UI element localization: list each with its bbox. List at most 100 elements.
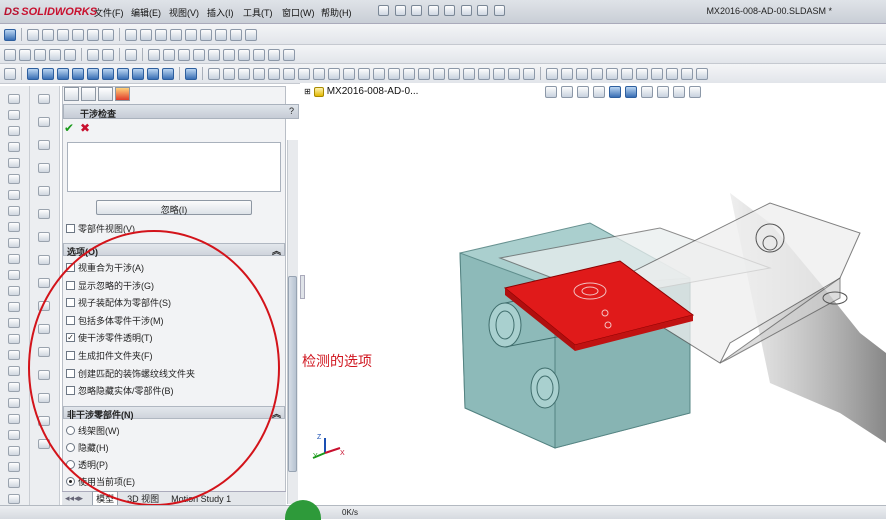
display-style-icon[interactable] [625, 86, 637, 98]
side-tool-icon[interactable] [38, 186, 50, 196]
toolbar-icon[interactable] [448, 67, 460, 80]
side-tool-icon[interactable] [8, 334, 20, 344]
edit-appearance-icon[interactable] [657, 86, 669, 98]
ignore-button[interactable]: 忽略(I) [96, 200, 252, 215]
toolbar-icon[interactable] [508, 67, 520, 80]
toolbar-icon[interactable] [238, 67, 250, 80]
toolbar-icon[interactable] [651, 67, 663, 80]
toolbar-icon[interactable] [19, 48, 31, 61]
view-orientation-icon[interactable] [609, 86, 621, 98]
toolbar-icon[interactable] [591, 67, 603, 80]
toolbar-icon[interactable] [34, 48, 46, 61]
toolbar-icon[interactable] [546, 67, 558, 80]
side-tool-icon[interactable] [8, 478, 20, 488]
toolbar-icon[interactable] [42, 28, 54, 41]
toolbar-icon[interactable] [696, 67, 708, 80]
expand-icon[interactable]: ⊞ [304, 87, 311, 96]
toolbar-icon[interactable] [163, 48, 175, 61]
pane-splitter[interactable] [300, 275, 305, 299]
graphics-area[interactable] [300, 83, 886, 505]
toolbar-icon[interactable] [27, 28, 39, 41]
menu-file[interactable]: 文件(F) [94, 6, 124, 19]
side-tool-icon[interactable] [8, 110, 20, 120]
menu-view[interactable]: 视图(V) [169, 6, 199, 19]
side-tool-icon[interactable] [8, 270, 20, 280]
side-tool-icon[interactable] [38, 117, 50, 127]
menu-tools[interactable]: 工具(T) [243, 6, 273, 19]
previous-view-icon[interactable] [577, 86, 589, 98]
results-list[interactable] [67, 142, 281, 192]
side-tool-icon[interactable] [8, 462, 20, 472]
toolbar-icon[interactable] [193, 48, 205, 61]
tab-nav-arrows[interactable]: ◂◂◂▸ [62, 493, 86, 504]
toolbar-icon[interactable] [283, 48, 295, 61]
side-tool-icon[interactable] [38, 209, 50, 219]
toolbar-icon[interactable] [4, 48, 16, 61]
toolbar-icon[interactable] [72, 28, 84, 41]
zoom-to-fit-icon[interactable] [545, 86, 557, 98]
toolbar-icon[interactable] [328, 67, 340, 80]
toolbar-icon[interactable] [102, 28, 114, 41]
options-icon[interactable] [493, 5, 505, 17]
toolbar-icon[interactable] [313, 67, 325, 80]
side-tool-icon[interactable] [8, 206, 20, 216]
toolbar-icon[interactable] [433, 67, 445, 80]
toolbar-icon[interactable] [125, 28, 137, 41]
zoom-area-icon[interactable] [561, 86, 573, 98]
toolbar-icon[interactable] [523, 67, 535, 80]
part-view-checkbox[interactable] [66, 224, 75, 233]
toolbar-icon[interactable] [245, 28, 257, 41]
toolbar-icon[interactable] [358, 67, 370, 80]
toolbar-icon[interactable] [200, 28, 212, 41]
side-tool-icon[interactable] [8, 222, 20, 232]
toolbar-icon[interactable] [343, 67, 355, 80]
toolbar-icon[interactable] [185, 67, 197, 80]
display-option-radio[interactable] [66, 477, 75, 486]
side-tool-icon[interactable] [8, 414, 20, 424]
toolbar-icon[interactable] [57, 28, 69, 41]
toolbar-icon[interactable] [102, 48, 114, 61]
side-tool-icon[interactable] [38, 140, 50, 150]
side-tool-icon[interactable] [8, 302, 20, 312]
toolbar-icon[interactable] [155, 28, 167, 41]
menu-edit[interactable]: 编辑(E) [131, 6, 161, 19]
toolbar-icon[interactable] [170, 28, 182, 41]
feature-tree-tab[interactable] [64, 87, 79, 101]
menu-help[interactable]: 帮助(H) [321, 6, 352, 19]
side-tool-icon[interactable] [8, 94, 20, 104]
toolbar-icon[interactable] [102, 67, 114, 80]
toolbar-icon[interactable] [283, 67, 295, 80]
menu-window[interactable]: 窗口(W) [282, 6, 315, 19]
toolbar-icon[interactable] [4, 67, 16, 80]
toolbar-icon[interactable] [230, 28, 242, 41]
side-tool-icon[interactable] [8, 430, 20, 440]
side-tool-icon[interactable] [38, 94, 50, 104]
toolbar-icon[interactable] [373, 67, 385, 80]
toolbar-icon[interactable] [561, 67, 573, 80]
side-tool-icon[interactable] [8, 446, 20, 456]
help-icon[interactable]: ? [289, 106, 294, 116]
toolbar-icon[interactable] [621, 67, 633, 80]
toolbar-icon[interactable] [223, 67, 235, 80]
toolbar-icon[interactable] [185, 28, 197, 41]
side-tool-icon[interactable] [38, 278, 50, 288]
toolbar-icon[interactable] [148, 48, 160, 61]
toolbar-icon[interactable] [418, 67, 430, 80]
side-tool-icon[interactable] [38, 232, 50, 242]
print-icon[interactable] [427, 5, 439, 17]
side-tool-icon[interactable] [8, 174, 20, 184]
side-tool-icon[interactable] [8, 350, 20, 360]
side-tool-icon[interactable] [8, 286, 20, 296]
feature-tree-root[interactable]: ⊞ MX2016-008-AD-0... [304, 86, 418, 97]
configuration-tab[interactable] [98, 87, 113, 101]
side-tool-icon[interactable] [8, 158, 20, 168]
toolbar-icon[interactable] [253, 48, 265, 61]
toolbar-icon[interactable] [72, 67, 84, 80]
toolbar-icon[interactable] [208, 67, 220, 80]
toolbar-icon[interactable] [268, 48, 280, 61]
select-icon[interactable] [460, 5, 472, 17]
toolbar-icon[interactable] [57, 67, 69, 80]
side-tool-icon[interactable] [8, 142, 20, 152]
toolbar-icon[interactable] [215, 28, 227, 41]
toolbar-icon[interactable] [87, 48, 99, 61]
